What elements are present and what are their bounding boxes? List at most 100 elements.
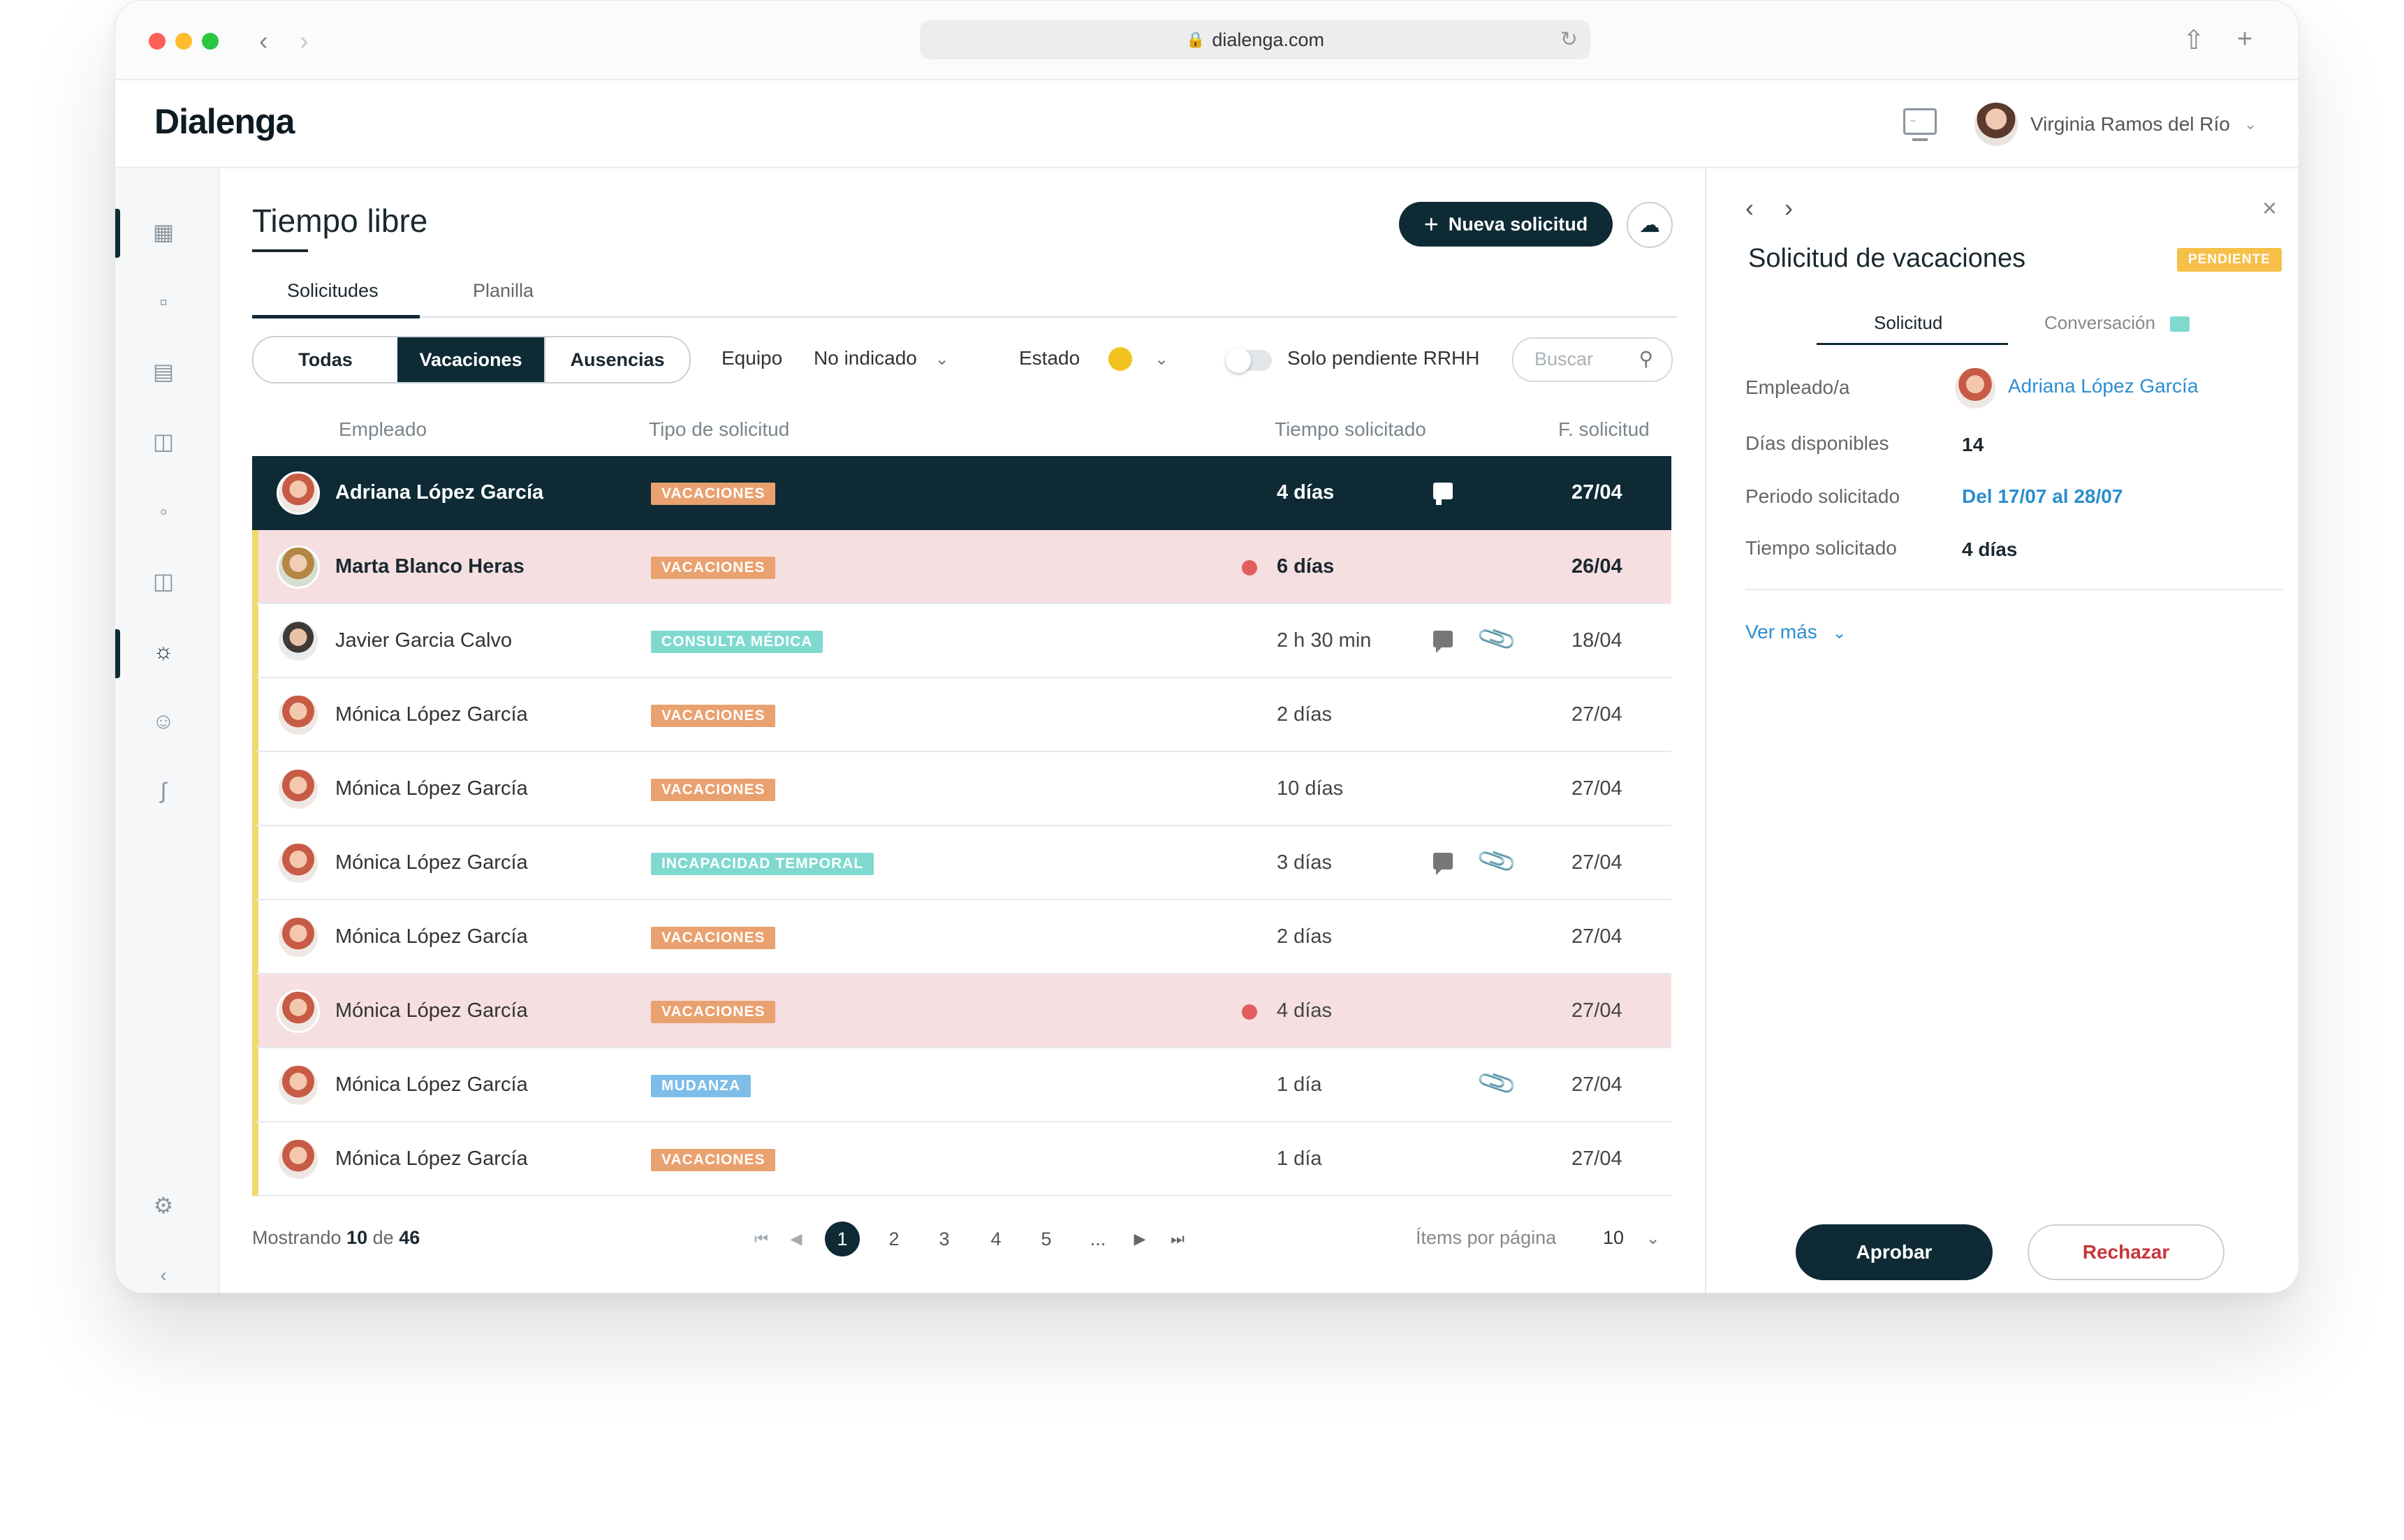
page-1-button[interactable]: 1: [825, 1222, 860, 1256]
segment-todas[interactable]: Todas: [254, 337, 397, 382]
previous-request-icon[interactable]: ‹: [1745, 193, 1754, 223]
employee-name: Javier Garcia Calvo: [335, 629, 513, 652]
back-arrow-icon[interactable]: ‹: [259, 26, 268, 57]
estado-dropdown[interactable]: ⌄: [1155, 347, 1168, 369]
employee-name: Mónica López García: [335, 777, 528, 800]
folder-icon[interactable]: ◫: [152, 569, 175, 593]
equipo-dropdown[interactable]: No indicado ⌄: [814, 347, 949, 369]
chevron-down-icon: ⌄: [1646, 1229, 1660, 1248]
documents-icon[interactable]: ◫: [152, 430, 175, 453]
employee-name: Mónica López García: [335, 703, 528, 726]
periodo-value[interactable]: Del 17/07 al 28/07: [1962, 485, 2123, 508]
attachment-clip-icon[interactable]: 📎: [1475, 1062, 1519, 1105]
column-header-tiempo[interactable]: Tiempo solicitado: [1275, 418, 1426, 441]
last-page-icon[interactable]: ⏭: [1160, 1222, 1195, 1256]
forward-arrow-icon[interactable]: ›: [300, 26, 309, 57]
column-header-tipo[interactable]: Tipo de solicitud: [649, 418, 789, 441]
ver-mas-link[interactable]: Ver más ⌄: [1745, 621, 1847, 643]
page-5-button[interactable]: 5: [1029, 1222, 1064, 1256]
chevron-down-icon: ⌄: [935, 350, 949, 369]
title-underline: [252, 249, 308, 252]
share-icon[interactable]: ⇧: [2183, 24, 2205, 56]
page-ellipsis: ...: [1090, 1229, 1106, 1249]
chevron-down-icon: ⌄: [2243, 115, 2257, 133]
analytics-icon[interactable]: ∫: [152, 779, 175, 802]
sidebar-active-indicator: [115, 629, 120, 678]
reject-button[interactable]: Rechazar: [2028, 1224, 2225, 1280]
settings-gear-icon[interactable]: ⚙: [152, 1194, 175, 1217]
column-header-empleado[interactable]: Empleado: [339, 418, 427, 441]
panel-active-tab-indicator: [1817, 343, 2008, 345]
page-2-button[interactable]: 2: [877, 1222, 911, 1256]
monitor-icon[interactable]: ~: [1903, 108, 1937, 141]
prev-page-icon[interactable]: ◀: [779, 1222, 814, 1256]
page-4-button[interactable]: 4: [979, 1222, 1013, 1256]
table-row[interactable]: Javier Garcia Calvo CONSULTA MÉDICA 2 h …: [252, 604, 1671, 678]
page-3-button[interactable]: 3: [927, 1222, 962, 1256]
approve-button[interactable]: Aprobar: [1796, 1224, 1993, 1280]
dashboard-grid-icon[interactable]: ▦: [152, 220, 175, 244]
table-row[interactable]: Marta Blanco Heras VACACIONES 6 días 26/…: [252, 530, 1671, 604]
team-icon[interactable]: ☺: [152, 709, 175, 733]
table-row[interactable]: Mónica López García MUDANZA 1 día 📎 27/0…: [252, 1048, 1671, 1122]
employee-link[interactable]: Adriana López García: [2008, 375, 2198, 397]
new-tab-icon[interactable]: +: [2237, 24, 2252, 54]
request-type-tag: VACACIONES: [651, 779, 776, 801]
new-request-label: Nueva solicitud: [1448, 213, 1588, 235]
items-per-page-select[interactable]: 10 ⌄: [1603, 1227, 1660, 1249]
collapse-sidebar-icon[interactable]: ‹: [152, 1263, 175, 1287]
attachment-clip-icon[interactable]: 📎: [1475, 839, 1519, 883]
table-row[interactable]: Mónica López García VACACIONES 2 días 27…: [252, 900, 1671, 974]
download-cloud-button[interactable]: ☁: [1627, 202, 1673, 248]
request-date: 27/04: [1571, 999, 1622, 1022]
search-input[interactable]: Buscar ⚲: [1512, 337, 1673, 382]
estado-status-dot[interactable]: [1108, 347, 1132, 371]
segment-vacaciones[interactable]: Vacaciones: [397, 337, 544, 382]
plus-icon: +: [1423, 210, 1439, 238]
attachment-clip-icon[interactable]: 📎: [1475, 617, 1519, 661]
table-row[interactable]: Adriana López García VACACIONES 4 días 2…: [252, 456, 1671, 530]
employee-avatar: [277, 1064, 320, 1107]
request-type-tag: VACACIONES: [651, 705, 776, 727]
close-icon[interactable]: ×: [2262, 193, 2277, 223]
time-off-sun-icon[interactable]: ☼: [152, 639, 175, 663]
sidebar-active-indicator: [115, 209, 120, 258]
tab-planilla[interactable]: Planilla: [473, 280, 534, 302]
comment-icon[interactable]: [1433, 483, 1453, 505]
maximize-window-button[interactable]: [202, 33, 219, 50]
chat-icon[interactable]: ◦: [152, 499, 175, 523]
comment-icon[interactable]: [1433, 853, 1453, 875]
table-row[interactable]: Mónica López García INCAPACIDAD TEMPORAL…: [252, 826, 1671, 900]
next-request-icon[interactable]: ›: [1784, 193, 1793, 223]
tab-solicitudes[interactable]: Solicitudes: [287, 280, 379, 302]
request-type-tag: INCAPACIDAD TEMPORAL: [651, 853, 874, 875]
forms-icon[interactable]: ▤: [152, 360, 175, 383]
tab-conversacion[interactable]: Conversación: [2044, 312, 2190, 334]
dialenga-logo[interactable]: Dialenga: [154, 101, 295, 142]
table-row[interactable]: Mónica López García VACACIONES 1 día 27/…: [252, 1122, 1671, 1196]
minimize-window-button[interactable]: [175, 33, 192, 50]
segment-ausencias[interactable]: Ausencias: [544, 337, 689, 382]
next-page-icon[interactable]: ▶: [1122, 1222, 1157, 1256]
comment-icon[interactable]: [1433, 631, 1453, 653]
conversation-label: Conversación: [2044, 312, 2155, 333]
table-row[interactable]: Mónica López García VACACIONES 2 días 27…: [252, 678, 1671, 752]
request-type-tag: VACACIONES: [651, 1001, 776, 1023]
tab-solicitud[interactable]: Solicitud: [1874, 312, 1942, 334]
messages-icon[interactable]: ▫: [152, 290, 175, 314]
close-window-button[interactable]: [149, 33, 166, 50]
new-request-button[interactable]: + Nueva solicitud: [1399, 202, 1613, 247]
column-header-fecha[interactable]: F. solicitud: [1558, 418, 1650, 441]
table-row[interactable]: Mónica López García VACACIONES 4 días 27…: [252, 974, 1671, 1048]
showing-count-text: Mostrando 10 de 46: [252, 1227, 420, 1249]
reload-icon[interactable]: ↻: [1560, 27, 1578, 52]
request-type-tag: CONSULTA MÉDICA: [651, 631, 823, 653]
active-tab-indicator: [252, 315, 420, 318]
estado-label: Estado: [1019, 347, 1080, 369]
employee-avatar: [277, 990, 320, 1033]
user-menu[interactable]: Virginia Ramos del Río ⌄: [1973, 101, 2257, 147]
pending-hr-toggle[interactable]: [1226, 348, 1272, 373]
table-row[interactable]: Mónica López García VACACIONES 10 días 2…: [252, 752, 1671, 826]
address-bar[interactable]: 🔒 dialenga.com ↻: [920, 20, 1590, 59]
first-page-icon[interactable]: ⏮: [744, 1222, 779, 1256]
